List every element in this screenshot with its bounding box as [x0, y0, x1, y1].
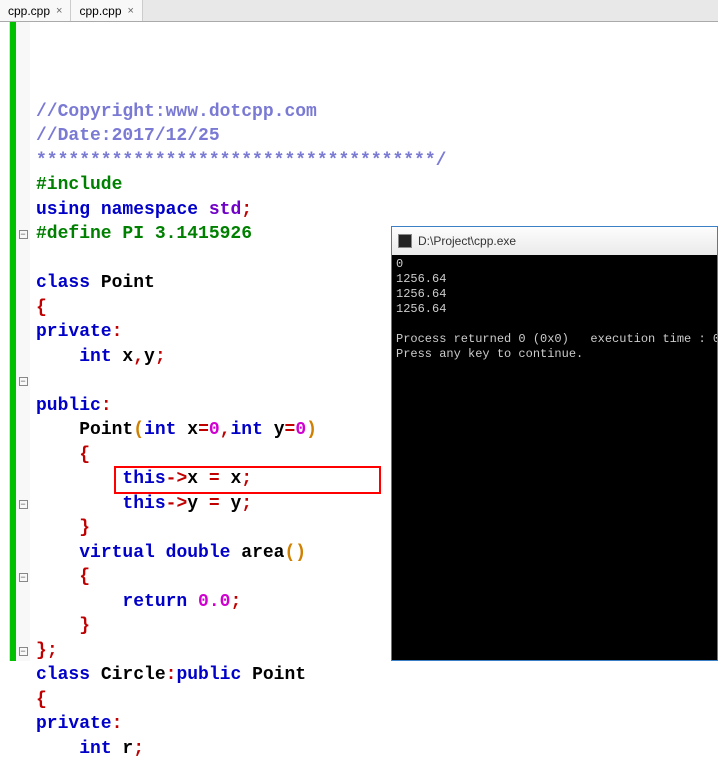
tab-file-2[interactable]: cpp.cpp × — [71, 0, 142, 21]
console-window: D:\Project\cpp.exe 0 1256.64 1256.64 125… — [391, 226, 718, 661]
margin — [0, 22, 10, 661]
tab-file-1[interactable]: cpp.cpp × — [0, 0, 71, 21]
fold-column: − − − − − — [16, 22, 30, 661]
code-line[interactable]: #include — [36, 173, 712, 198]
code-line[interactable]: { — [36, 688, 712, 713]
code-line[interactable]: private: — [36, 712, 712, 737]
close-icon[interactable]: × — [56, 5, 62, 17]
code-line[interactable]: //Copyright:www.dotcpp.com — [36, 100, 712, 125]
tab-label: cpp.cpp — [8, 4, 50, 18]
tab-label: cpp.cpp — [79, 4, 121, 18]
code-line[interactable]: int r; — [36, 737, 712, 761]
code-line[interactable]: class Circle:public Point — [36, 663, 712, 688]
console-title-text: D:\Project\cpp.exe — [418, 234, 516, 248]
console-output[interactable]: 0 1256.64 1256.64 1256.64 Process return… — [392, 255, 717, 660]
close-icon[interactable]: × — [128, 5, 134, 17]
app-icon — [398, 234, 412, 248]
tab-bar: cpp.cpp × cpp.cpp × — [0, 0, 718, 22]
console-titlebar[interactable]: D:\Project\cpp.exe — [392, 227, 717, 255]
code-line[interactable]: *************************************/ — [36, 149, 712, 174]
code-line[interactable]: using namespace std; — [36, 198, 712, 223]
code-line[interactable]: //Date:2017/12/25 — [36, 124, 712, 149]
